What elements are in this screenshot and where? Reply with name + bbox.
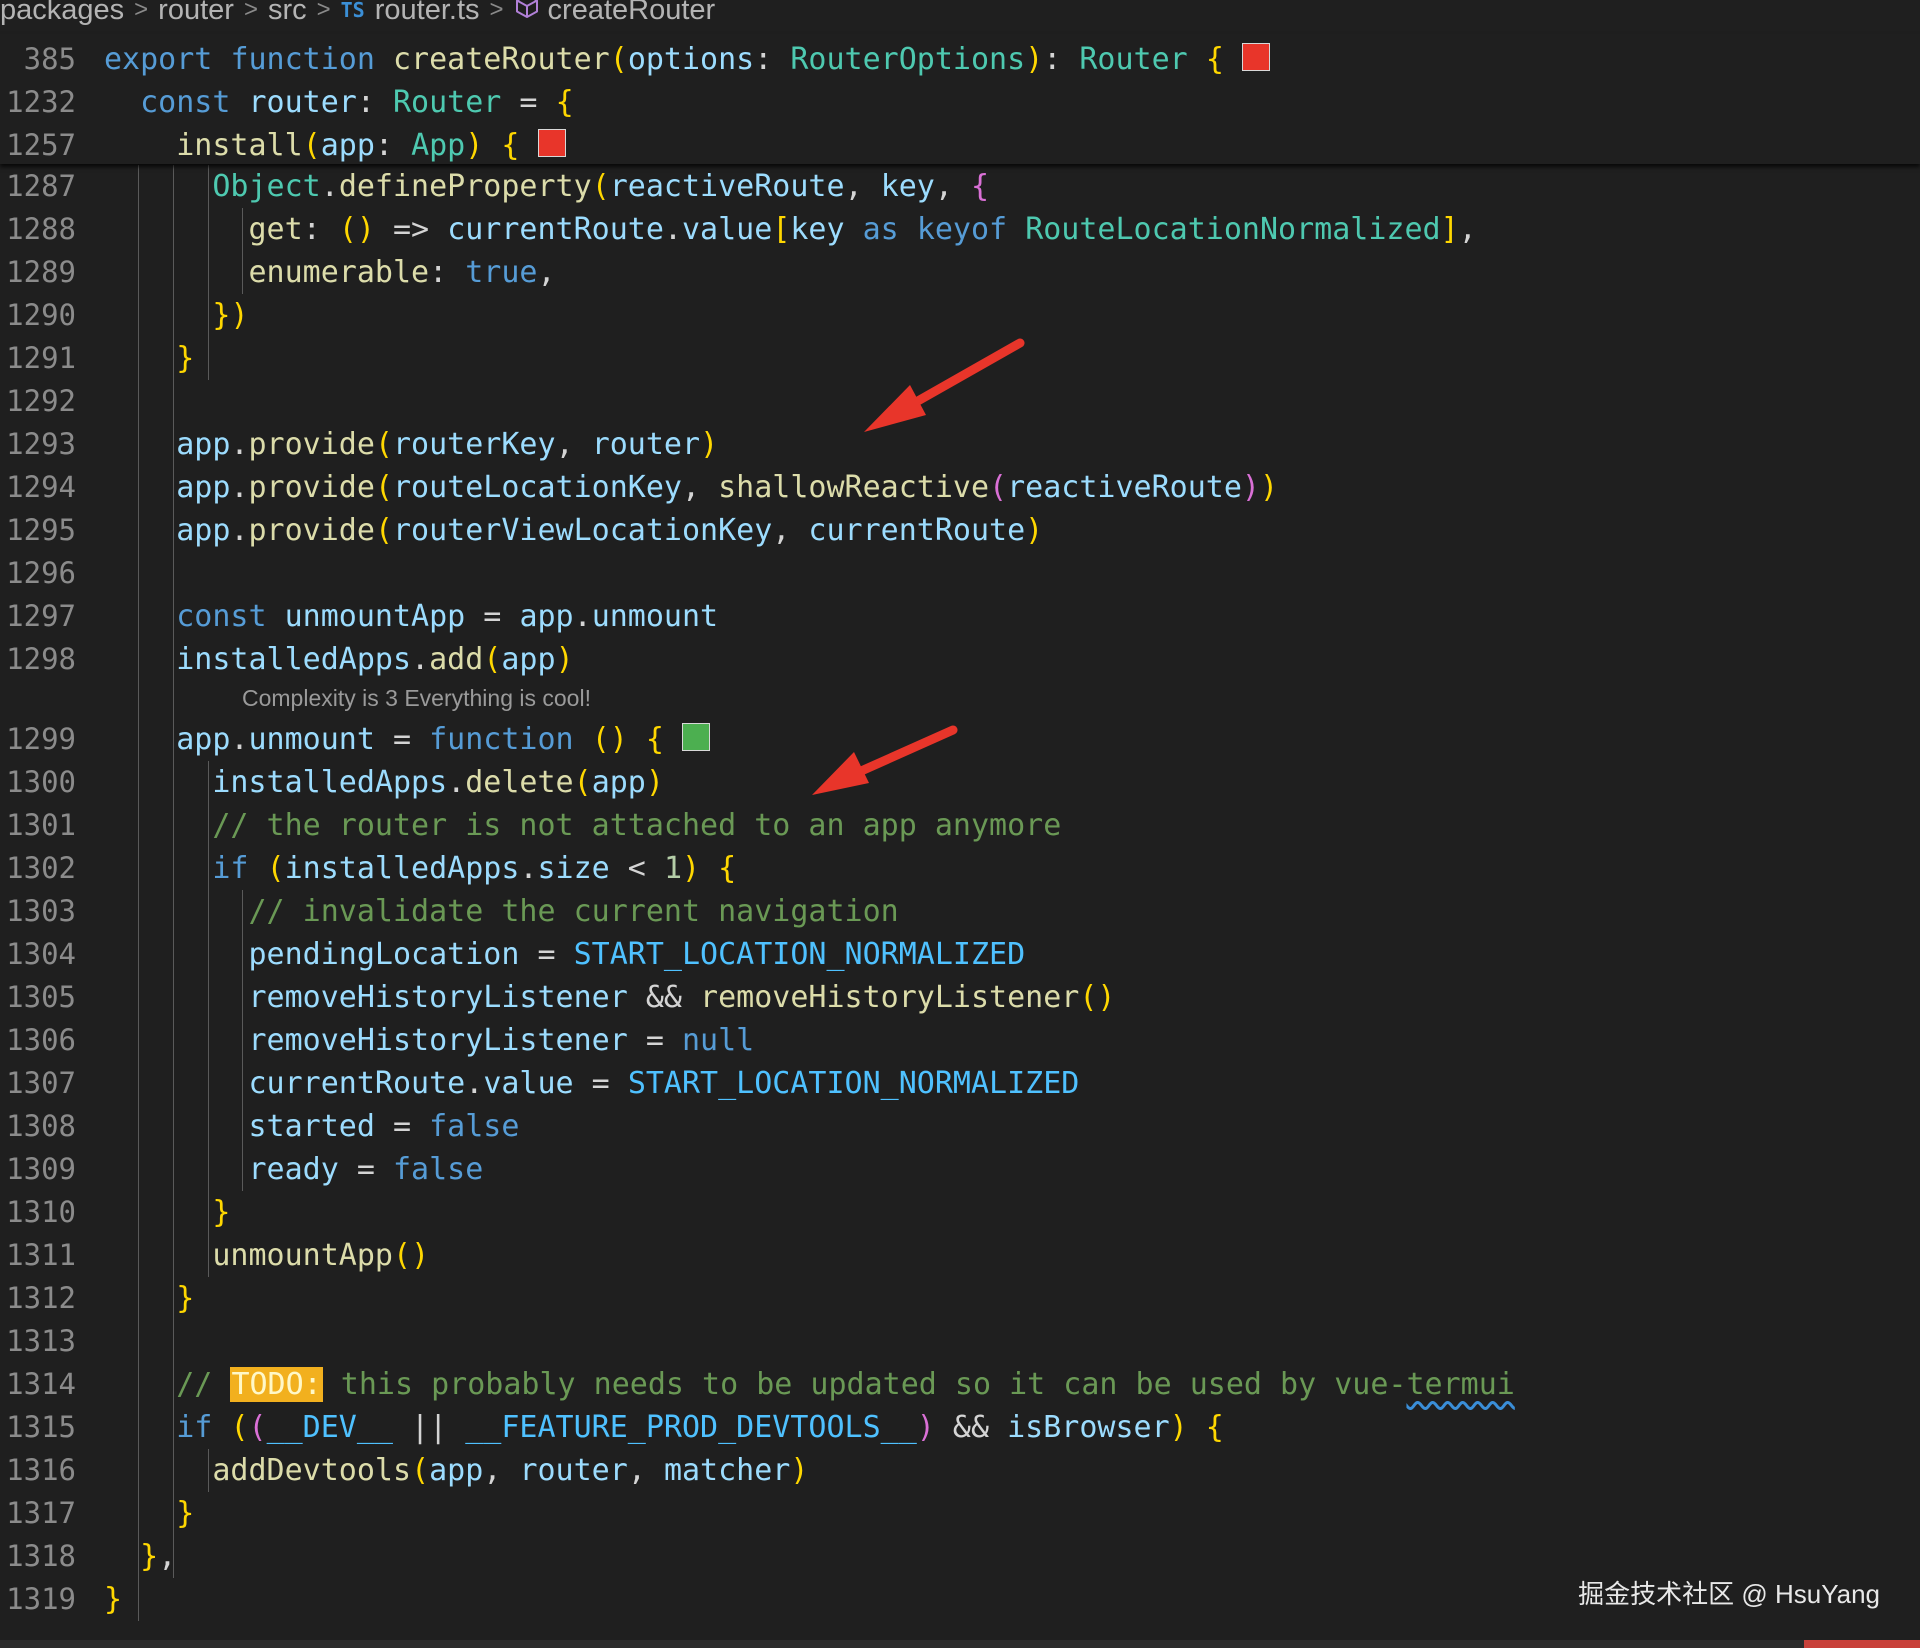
- red-arrow-icon: [864, 338, 1025, 432]
- red-arrow-icon: [812, 725, 958, 795]
- annotation-overlay: [812, 338, 1025, 795]
